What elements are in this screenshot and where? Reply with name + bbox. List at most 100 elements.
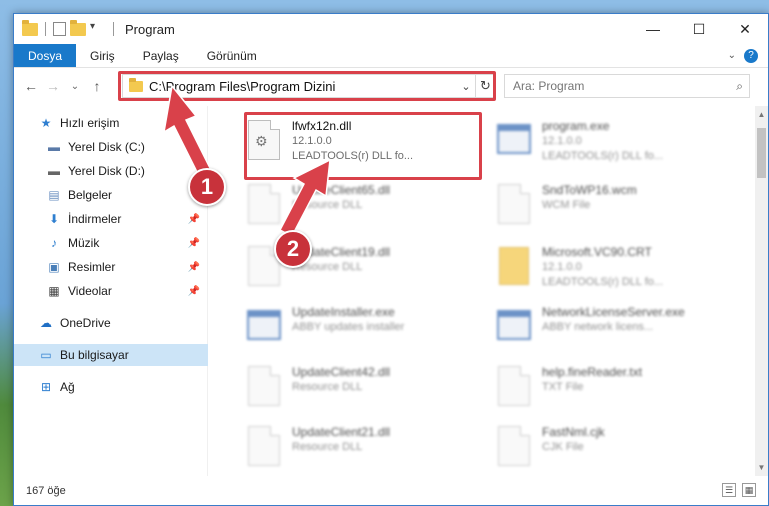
window-controls: — ☐ ✕ <box>630 14 768 44</box>
file-type: Resource DLL <box>292 199 363 211</box>
sidebar-item-documents[interactable]: ▤ Belgeler <box>14 184 208 206</box>
title-bar: ▾ Program — ☐ ✕ <box>14 14 768 44</box>
file-description: LEADTOOLS(r) DLL fo... <box>542 150 664 162</box>
maximize-button[interactable]: ☐ <box>676 14 722 44</box>
file-item[interactable]: NetworkLicenseServer.exe ABBY network li… <box>494 302 734 358</box>
address-highlight-box <box>118 71 496 101</box>
recent-locations-icon[interactable]: ⌄ <box>64 81 86 92</box>
file-name: UpdateInstaller.exe <box>292 305 395 319</box>
file-item[interactable]: program.exe 12.1.0.0 LEADTOOLS(r) DLL fo… <box>494 116 734 172</box>
sidebar-item-pictures[interactable]: ▣ Resimler 📌 <box>14 256 208 278</box>
status-bar: 167 öğe ☰ ▦ <box>14 476 768 505</box>
window-title: Program <box>125 21 175 37</box>
music-icon: ♪ <box>51 236 57 250</box>
file-name: UpdateClient42.dll <box>292 365 391 379</box>
video-icon: ▦ <box>48 284 60 298</box>
drive-icon: ▬ <box>48 164 60 178</box>
file-description: ABBY network licens... <box>542 321 654 333</box>
dll-file-icon <box>244 362 284 410</box>
file-name: SndToWP16.wcm <box>542 183 637 197</box>
download-icon: ⬇ <box>48 212 60 226</box>
up-arrow-icon[interactable]: ↑ <box>86 78 108 94</box>
file-item[interactable]: UpdateClient42.dll Resource DLL <box>244 362 484 418</box>
file-explorer-window: ▾ Program — ☐ ✕ Dosya Giriş Paylaş Görün… <box>13 13 769 506</box>
minimize-button[interactable]: — <box>630 14 676 44</box>
file-name: NetworkLicenseServer.exe <box>542 305 685 319</box>
sidebar-item-drive-c[interactable]: ▬ Yerel Disk (C:) <box>14 136 208 158</box>
customize-toolbar-icon[interactable]: ▾ <box>90 21 106 37</box>
tab-view[interactable]: Görünüm <box>193 44 271 67</box>
file-item[interactable]: UpdateClient65.dll Resource DLL <box>244 180 484 236</box>
sidebar-item-music[interactable]: ♪ Müzik 📌 <box>14 232 208 254</box>
view-switcher: ☰ ▦ <box>722 483 756 497</box>
new-folder-icon[interactable] <box>70 19 86 36</box>
tab-file[interactable]: Dosya <box>14 44 77 67</box>
tab-home[interactable]: Giriş <box>76 44 129 67</box>
file-item[interactable]: Microsoft.VC90.CRT 12.1.0.0 LEADTOOLS(r)… <box>494 242 734 298</box>
file-item[interactable]: UpdateInstaller.exe ABBY updates install… <box>244 302 484 358</box>
item-count: 167 öğe <box>26 484 66 497</box>
pin-icon[interactable]: 📌 <box>188 262 200 273</box>
pin-icon[interactable]: 📌 <box>188 286 200 297</box>
sidebar-item-label: Bu bilgisayar <box>60 348 129 362</box>
file-name: Microsoft.VC90.CRT <box>542 245 652 259</box>
sidebar-item-downloads[interactable]: ⬇ İndirmeler 📌 <box>14 208 208 230</box>
help-icon[interactable]: ? <box>744 48 758 63</box>
expand-ribbon-icon[interactable]: ⌄ <box>728 50 736 61</box>
vertical-scrollbar[interactable]: ▲ ▼ <box>755 106 768 476</box>
document-file-icon <box>494 362 534 410</box>
file-item[interactable]: help.fineReader.txt TXT File <box>494 362 734 418</box>
scroll-down-icon[interactable]: ▼ <box>755 463 768 472</box>
document-file-icon <box>494 180 534 228</box>
file-item[interactable]: FastNml.cjk CJK File <box>494 422 734 476</box>
app-file-icon <box>244 302 284 350</box>
sidebar-item-label: Videolar <box>68 284 112 298</box>
tiles-view-icon[interactable]: ▦ <box>742 483 756 497</box>
cloud-icon: ☁ <box>40 316 52 330</box>
tab-share[interactable]: Paylaş <box>129 44 193 67</box>
search-input[interactable] <box>513 79 713 93</box>
properties-icon[interactable] <box>53 22 66 36</box>
folder-file-icon <box>494 242 534 290</box>
details-view-icon[interactable]: ☰ <box>722 483 736 497</box>
pin-icon[interactable]: 📌 <box>188 238 200 249</box>
sidebar-item-onedrive[interactable]: ☁ OneDrive <box>14 312 208 334</box>
sidebar-item-label: Yerel Disk (C:) <box>68 140 145 154</box>
sidebar-item-videos[interactable]: ▦ Videolar 📌 <box>14 280 208 302</box>
sidebar-item-label: İndirmeler <box>68 212 122 226</box>
scroll-up-icon[interactable]: ▲ <box>755 110 768 119</box>
divider <box>45 22 46 36</box>
sidebar-item-network[interactable]: ⊞ Ağ <box>14 376 208 398</box>
file-name: UpdateClient65.dll <box>292 183 391 197</box>
quick-access-toolbar: ▾ <box>22 19 117 37</box>
callout-badge-one: 1 <box>188 168 226 206</box>
callout-badge-two: 2 <box>274 230 312 268</box>
close-button[interactable]: ✕ <box>722 14 768 44</box>
file-name: program.exe <box>542 119 610 133</box>
search-icon[interactable]: ⌕ <box>736 79 743 94</box>
app-file-icon <box>494 302 534 350</box>
sidebar-item-label: Belgeler <box>68 188 113 202</box>
file-highlight-box <box>244 112 482 180</box>
file-item[interactable]: SndToWP16.wcm WCM File <box>494 180 734 236</box>
back-arrow-icon[interactable]: ← <box>20 78 42 94</box>
pictures-icon: ▣ <box>48 260 60 274</box>
sidebar-item-label: Ağ <box>60 380 75 394</box>
sidebar-item-label: Yerel Disk (D:) <box>68 164 145 178</box>
sidebar-item-this-pc[interactable]: ▭ Bu bilgisayar <box>14 344 208 366</box>
scrollbar-thumb[interactable] <box>757 128 766 178</box>
file-type: Resource DLL <box>292 381 363 393</box>
sidebar-item-drive-d[interactable]: ▬ Yerel Disk (D:) <box>14 160 208 182</box>
file-description: LEADTOOLS(r) DLL fo... <box>542 276 664 288</box>
search-box[interactable]: ⌕ <box>504 74 750 98</box>
pin-icon[interactable]: 📌 <box>188 214 200 225</box>
ribbon-tabs: Dosya Giriş Paylaş Görünüm ⌄ ? <box>14 44 768 68</box>
file-type: CJK File <box>542 441 584 453</box>
file-item[interactable]: UpdateClient21.dll Resource DLL <box>244 422 484 476</box>
file-name: UpdateClient21.dll <box>292 425 391 439</box>
app-file-icon <box>494 116 534 164</box>
forward-arrow-icon[interactable]: → <box>42 78 64 94</box>
sidebar-item-quick-access[interactable]: ★ Hızlı erişim <box>14 112 208 134</box>
file-type: Resource DLL <box>292 441 363 453</box>
star-icon: ★ <box>40 116 52 130</box>
